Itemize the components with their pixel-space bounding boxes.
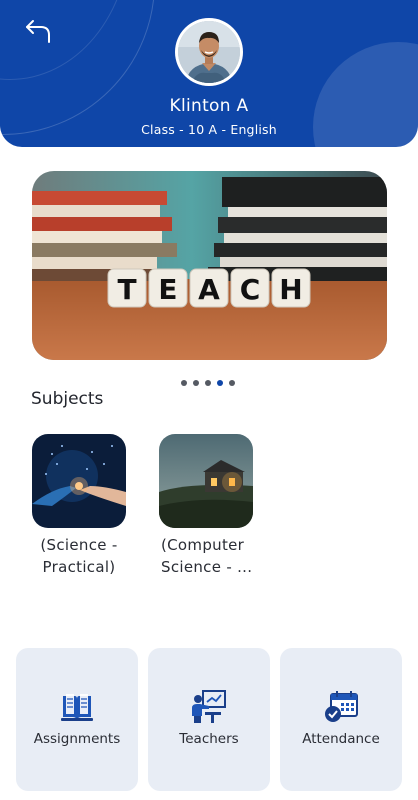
subject-label-line: Science - ... — [161, 558, 253, 576]
dice-letter: C — [240, 273, 261, 306]
carousel-dots — [181, 380, 235, 386]
subject-label: (Science - Practical) — [29, 534, 129, 578]
avatar-photo — [178, 21, 240, 83]
subject-card-computer-science[interactable]: (Computer Science - ... — [159, 434, 253, 578]
carousel-dot[interactable] — [205, 380, 211, 386]
teacher-board-icon — [192, 690, 226, 723]
subject-label-line: (Science - — [40, 536, 118, 554]
assignments-tile[interactable]: Assignments — [16, 648, 138, 791]
tile-label: Assignments — [33, 731, 121, 747]
subject-card-science-practical[interactable]: (Science - Practical) — [32, 434, 126, 578]
tile-label: Teachers — [179, 731, 239, 747]
carousel-dot[interactable] — [193, 380, 199, 386]
back-arrow-icon — [26, 20, 50, 43]
subject-thumbnail — [159, 434, 253, 528]
dice-letter: H — [279, 273, 302, 306]
teach-dice: T E A C H — [107, 268, 311, 308]
dice-letter: T — [117, 273, 136, 306]
subject-label: (Computer Science - ... — [161, 534, 261, 578]
subject-thumbnail — [32, 434, 126, 528]
dice-letter: E — [158, 273, 177, 306]
subject-label-line: Practical) — [42, 558, 116, 576]
subjects-heading: Subjects — [31, 389, 104, 409]
profile-header: Klinton A Class - 10 A - English — [0, 0, 418, 147]
banner-carousel[interactable]: T E A C H — [32, 171, 387, 360]
book-icon — [61, 694, 93, 721]
avatar[interactable] — [175, 18, 243, 86]
carousel-dot[interactable] — [181, 380, 187, 386]
carousel-dot-active[interactable] — [217, 380, 223, 386]
user-class-info: Class - 10 A - English — [141, 122, 277, 137]
calendar-check-icon — [325, 691, 358, 722]
teachers-tile[interactable]: Teachers — [148, 648, 270, 791]
carousel-dot[interactable] — [229, 380, 235, 386]
user-name: Klinton A — [169, 96, 249, 116]
tile-label: Attendance — [302, 731, 380, 747]
subject-label-line: (Computer — [161, 536, 245, 554]
attendance-tile[interactable]: Attendance — [280, 648, 402, 791]
dice-letter: A — [198, 273, 220, 306]
banner-image: T E A C H — [32, 171, 387, 360]
back-button[interactable] — [22, 16, 54, 46]
